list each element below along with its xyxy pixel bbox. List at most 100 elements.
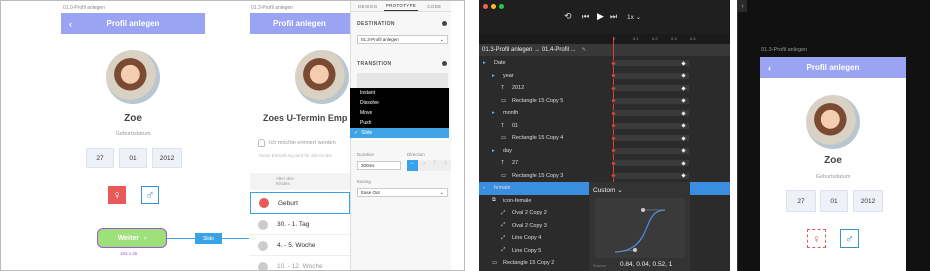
year-field[interactable]: 2012 (853, 190, 883, 212)
menu-item-dissolve[interactable]: Dissolve (350, 98, 449, 108)
status-icon (258, 241, 268, 251)
child-name: Zoe (824, 155, 842, 166)
transition-path[interactable]: 01.3-Profil anlegen → 01.4-Profil ... ✎ (479, 44, 730, 56)
track-bar[interactable] (612, 135, 689, 142)
day-field[interactable]: 27 (86, 148, 114, 168)
layer-row[interactable]: ▸ year (479, 70, 730, 83)
curve-handle[interactable] (641, 208, 645, 212)
direction-up-icon[interactable]: ↑ (429, 160, 440, 171)
design-canvas[interactable]: 01.0-Profil anlegen ‹ Profil anlegen Zoe… (0, 0, 465, 271)
direction-down-icon[interactable]: ↓ (440, 160, 451, 171)
direction-right-icon[interactable]: → (418, 160, 429, 171)
tab-design[interactable]: DESIGN (351, 1, 384, 11)
minimize-window-icon[interactable] (491, 4, 496, 9)
back-chevron-icon[interactable]: ‹ (738, 0, 747, 12)
birthdate-label: Geburtsdatum (115, 131, 151, 137)
nav-bar: ‹ Profil anlegen (61, 13, 205, 34)
nav-title: Profil anlegen (106, 19, 160, 28)
duration-input[interactable]: 300ms (357, 161, 401, 170)
skip-back-icon[interactable]: ⏮ (582, 12, 589, 22)
male-icon[interactable]: ♂ (840, 229, 859, 248)
track-bar[interactable] (612, 97, 689, 104)
close-window-icon[interactable] (483, 4, 488, 9)
layer-row[interactable]: ▭ Rectangle 15 Copy 4 (479, 132, 730, 145)
month-field[interactable]: 01 (820, 190, 848, 212)
transition-menu[interactable]: Instant Dissolve Move Push ✓ Slide (350, 88, 449, 138)
list-item[interactable]: 4. - 5. Woche (250, 236, 350, 256)
layer-row[interactable]: ▭ Rectangle 15 Copy 5 (479, 95, 730, 108)
layer-label: Line Copy 5 (512, 247, 542, 254)
bezier-curve[interactable] (595, 198, 685, 258)
layer-row[interactable]: ▸ day (479, 145, 730, 158)
list-item[interactable]: 30. - 1. Tag (250, 215, 350, 235)
menu-item-instant[interactable]: Instant (350, 88, 449, 98)
heading: Zoes U-Termin Emp (263, 113, 348, 123)
back-chevron-icon[interactable]: ‹ (69, 19, 72, 29)
track-bar[interactable] (612, 172, 689, 179)
female-icon[interactable]: ♀ (807, 229, 826, 248)
layer-row[interactable]: T 27 (479, 157, 730, 170)
day-field[interactable]: 27 (786, 190, 816, 212)
skip-forward-icon[interactable]: ⏭ (610, 12, 617, 22)
list-item[interactable]: 10. - 12. Woche (250, 257, 350, 270)
layer-row[interactable]: T 01 (479, 120, 730, 133)
text-layer-icon: T (501, 85, 505, 92)
destination-select[interactable]: 01.3-Profil anlegen ⌄ (357, 35, 448, 44)
tab-code[interactable]: CODE (418, 1, 451, 11)
direction-label: Direction (407, 152, 425, 157)
slide-badge[interactable]: Slide (195, 233, 222, 244)
transition-path-label: 01.3-Profil anlegen → 01.4-Profil ... (482, 47, 576, 53)
curve-handle[interactable] (633, 248, 637, 252)
back-chevron-icon[interactable]: ‹ (768, 63, 771, 73)
loop-icon[interactable]: ⟲ (564, 11, 572, 22)
curve-title-label: Custom (593, 187, 616, 194)
track-bar[interactable] (612, 147, 689, 154)
menu-item-push[interactable]: Push (350, 118, 449, 128)
menu-item-slide[interactable]: ✓ Slide (350, 128, 449, 138)
curve-title[interactable]: Custom ⌄ (593, 186, 623, 194)
timeline-toolbar: ⟲ ⏮ ▶ ⏭ 1x ⌄ (479, 0, 730, 34)
direction-buttons: ← → ↑ ↓ (407, 160, 451, 171)
male-icon[interactable]: ♂ (141, 186, 159, 204)
maximize-window-icon[interactable] (499, 4, 504, 9)
tab-prototype[interactable]: PROTOTYPE (384, 1, 418, 11)
curve-source-label: Source (593, 263, 606, 268)
folder-icon: ▸ (492, 110, 495, 117)
track-bar[interactable] (612, 110, 689, 117)
help-icon[interactable] (442, 61, 447, 66)
layer-row[interactable]: ▸ month (479, 107, 730, 120)
bell-icon (258, 139, 265, 147)
edit-icon[interactable]: ✎ (582, 47, 586, 53)
direction-left-icon[interactable]: ← (407, 160, 418, 171)
female-icon[interactable]: ♀ (108, 186, 126, 204)
tick-label: 0.3 (671, 36, 677, 41)
nav-title: Profil anlegen (806, 63, 860, 72)
easing-select[interactable]: Ease Out ⌄ (357, 188, 448, 197)
layer-row[interactable]: ▭ Rectangle 15 Copy 3 (479, 170, 730, 183)
layer-label: year (503, 72, 514, 79)
time-ruler[interactable]: 0 0.1 0.2 0.3 0.4 (479, 34, 730, 44)
menu-item-move[interactable]: Move (350, 108, 449, 118)
frame-label[interactable]: 01.3-Profil anlegen (251, 5, 293, 11)
table-header: Alter des Kindes (250, 173, 350, 190)
play-icon[interactable]: ▶ (597, 11, 604, 22)
track-bar[interactable] (612, 60, 689, 67)
month-field[interactable]: 01 (119, 148, 147, 168)
frame-label[interactable]: 01.0-Profil anlegen (63, 5, 105, 11)
speed-select[interactable]: 1x ⌄ (627, 13, 641, 21)
group-icon: ⧉ (492, 197, 496, 204)
next-button[interactable]: Weiter › (97, 228, 167, 248)
track-bar[interactable] (612, 122, 689, 129)
year-field[interactable]: 2012 (152, 148, 182, 168)
duration-label: Duration (357, 152, 375, 157)
help-icon[interactable] (442, 21, 447, 26)
layer-label: Rectangle 15 Copy 5 (512, 97, 564, 104)
layer-label: Rectangle 15 Copy 4 (512, 135, 564, 142)
layer-row[interactable]: T 2012 (479, 82, 730, 95)
layer-row[interactable]: ▸ Date (479, 57, 730, 70)
track-bar[interactable] (612, 160, 689, 167)
child-name: Zoe (124, 113, 142, 124)
track-bar[interactable] (612, 72, 689, 79)
list-item[interactable]: Geburt (250, 192, 350, 214)
track-bar[interactable] (612, 85, 689, 92)
